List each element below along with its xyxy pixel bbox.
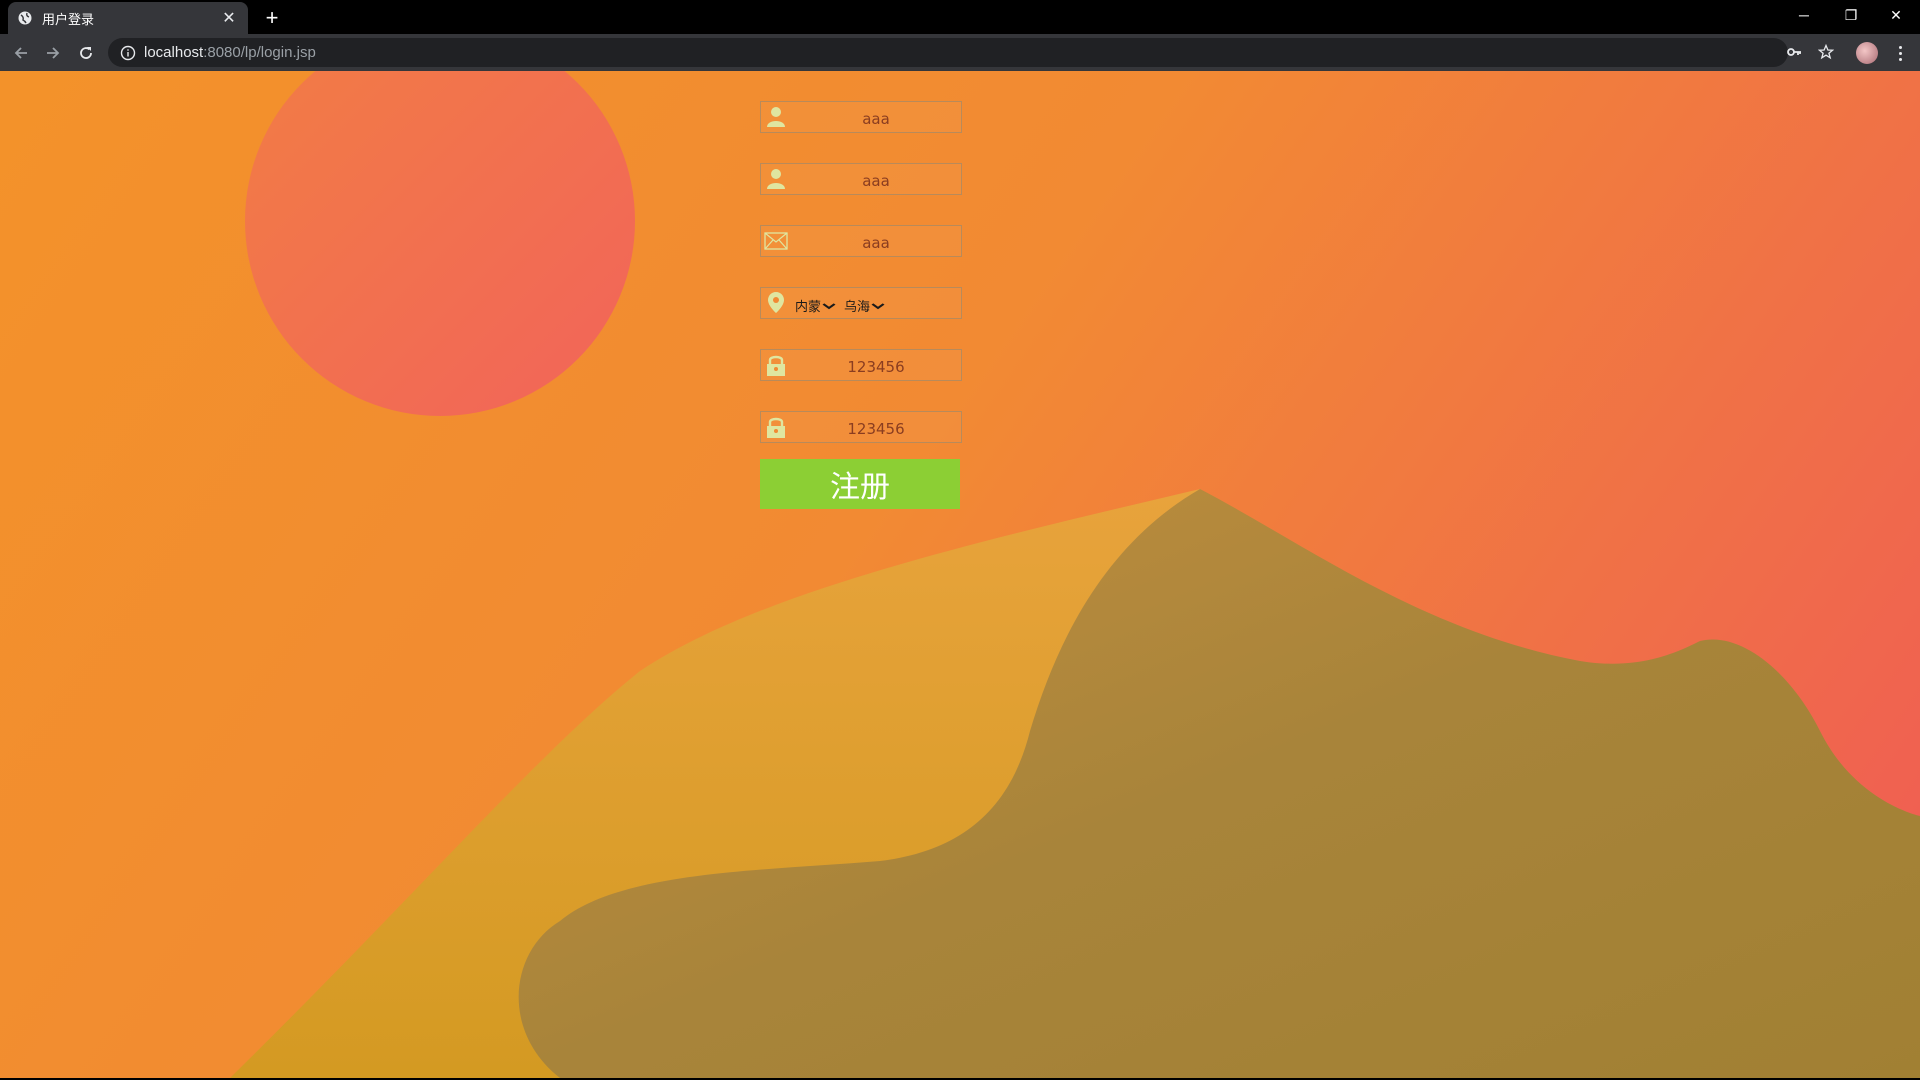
key-icon[interactable]: [1783, 41, 1805, 63]
browser-tab[interactable]: 用户登录 ✕: [8, 2, 248, 34]
register-form: aaa aaa aaa 内蒙 乌海 123456 123456 注册: [760, 101, 962, 509]
globe-icon: [18, 11, 32, 25]
nickname-field[interactable]: aaa: [760, 163, 962, 195]
confirm-password-field[interactable]: 123456: [760, 411, 962, 443]
city-value: 乌海: [844, 299, 871, 314]
close-icon[interactable]: ✕: [220, 9, 238, 27]
back-button[interactable]: [8, 40, 34, 66]
user-icon: [763, 166, 789, 192]
user-icon: [763, 104, 789, 130]
star-icon[interactable]: [1815, 41, 1837, 63]
window-close-button[interactable]: ✕: [1874, 0, 1918, 30]
password-field[interactable]: 123456: [760, 349, 962, 381]
lock-icon: [763, 352, 789, 378]
profile-avatar[interactable]: [1856, 42, 1878, 64]
location-icon: [763, 290, 789, 316]
province-select[interactable]: 内蒙: [795, 296, 836, 315]
email-field[interactable]: aaa: [760, 225, 962, 257]
nickname-value: aaa: [862, 172, 890, 190]
chevron-down-icon: [871, 302, 885, 309]
tab-title: 用户登录: [42, 11, 95, 27]
sun-shape: [245, 71, 635, 416]
url-path: :8080/lp/login.jsp: [203, 44, 316, 61]
confirm-password-value: 123456: [847, 420, 905, 438]
city-select[interactable]: 乌海: [844, 296, 885, 315]
register-button[interactable]: 注册: [760, 459, 960, 509]
chevron-down-icon: [822, 302, 836, 309]
email-value: aaa: [862, 234, 890, 252]
password-value: 123456: [847, 358, 905, 376]
province-value: 内蒙: [795, 299, 822, 314]
url-host: localhost: [144, 44, 204, 61]
address-bar[interactable]: localhost:8080/lp/login.jsp: [108, 38, 1788, 67]
new-tab-button[interactable]: +: [260, 5, 284, 30]
page-viewport: aaa aaa aaa 内蒙 乌海 123456 123456 注册: [0, 71, 1920, 1078]
info-icon[interactable]: [120, 45, 136, 61]
minimize-button[interactable]: ─: [1782, 0, 1826, 30]
forward-button[interactable]: [40, 40, 66, 66]
browser-toolbar: localhost:8080/lp/login.jsp: [0, 34, 1920, 71]
location-field: 内蒙 乌海: [760, 287, 962, 319]
restore-button[interactable]: ❐: [1829, 0, 1873, 30]
reload-button[interactable]: [73, 40, 99, 66]
username-field[interactable]: aaa: [760, 101, 962, 133]
lock-icon: [763, 414, 789, 440]
arrow-right-icon: [47, 47, 60, 59]
more-menu-icon[interactable]: [1890, 42, 1910, 64]
mail-icon: [763, 228, 789, 254]
username-value: aaa: [862, 110, 890, 128]
browser-titlebar: 用户登录 ✕ + ─ ❐ ✕: [0, 0, 1920, 34]
arrow-left-icon: [14, 47, 27, 59]
reload-icon: [80, 47, 92, 59]
